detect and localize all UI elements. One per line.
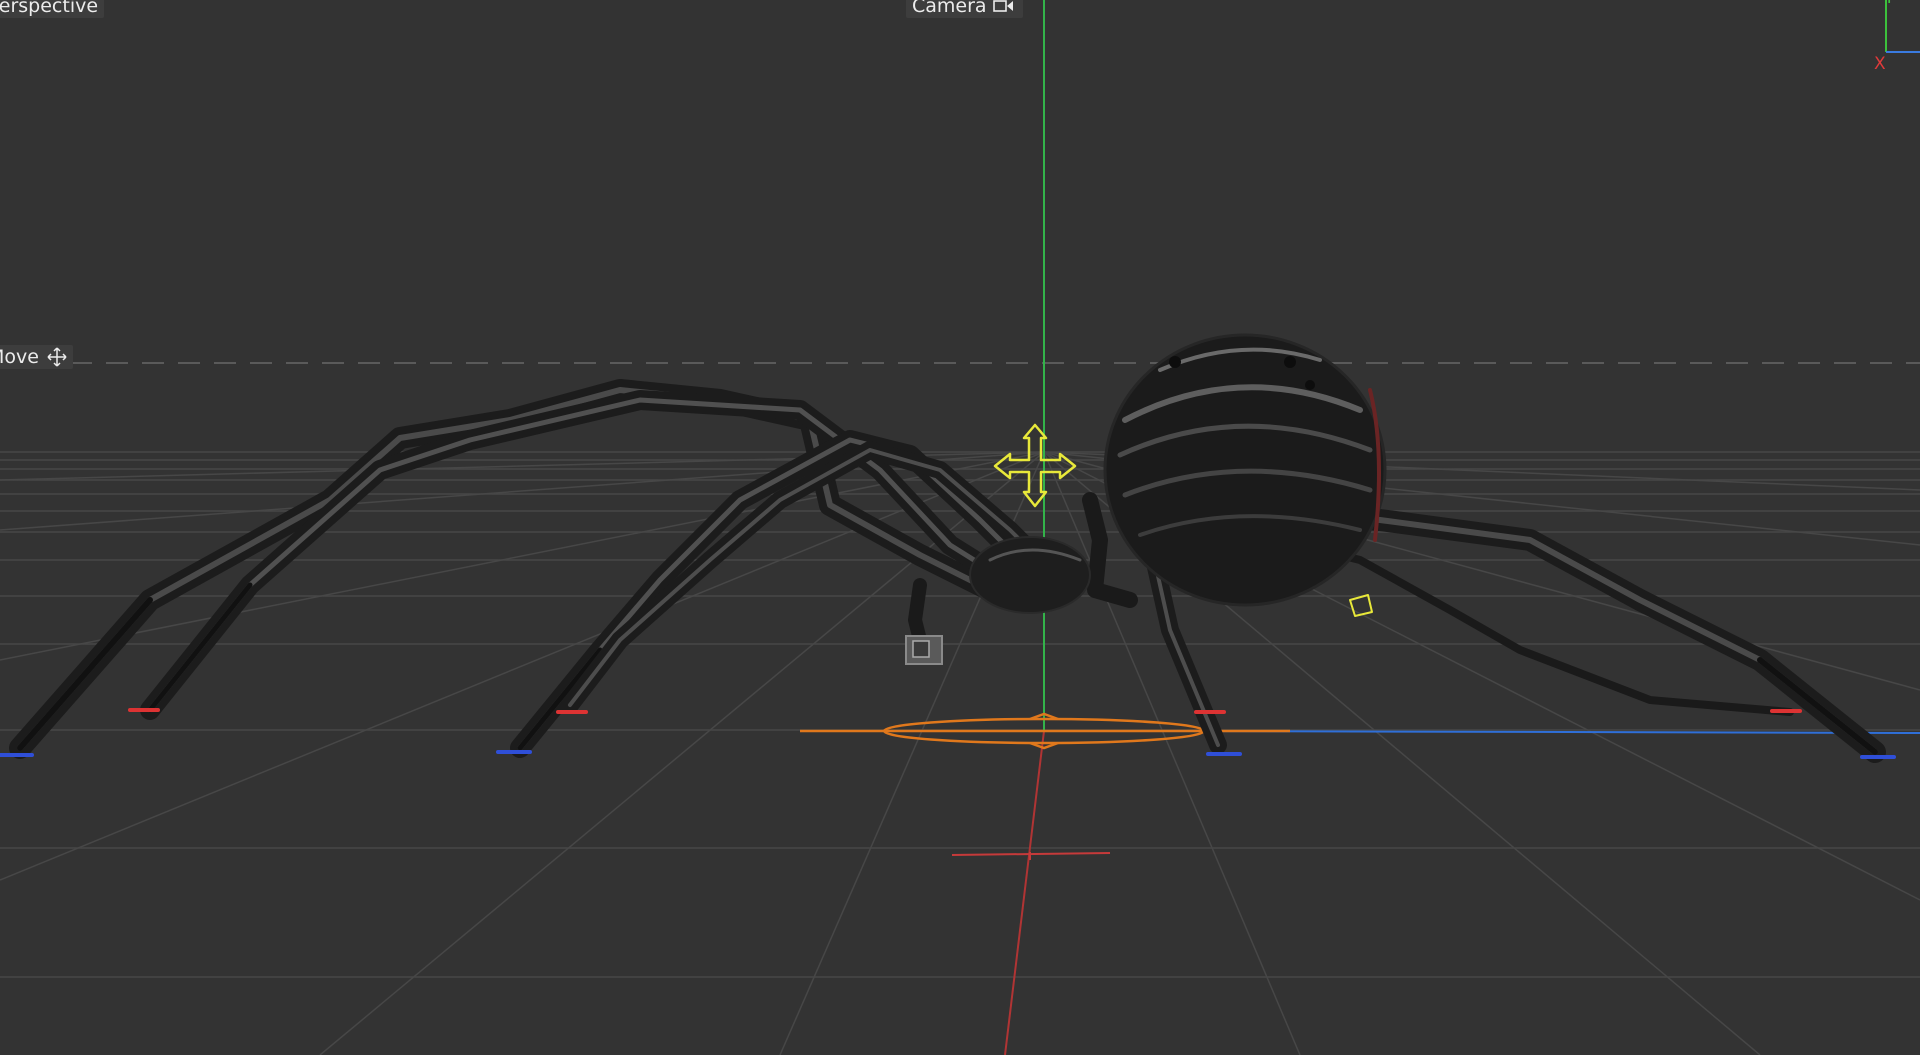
- x-axis-line: [1004, 730, 1045, 1055]
- axis-orientation-gizmo: Y X: [1872, 0, 1920, 76]
- view-name-text: Perspective: [0, 0, 99, 17]
- camera-label[interactable]: Camera: [906, 0, 1023, 18]
- spider-model[interactable]: [9, 333, 1886, 763]
- x-axis-handle[interactable]: [951, 852, 1111, 860]
- camera-label-text: Camera: [912, 0, 987, 17]
- x-axis-letter: X: [1874, 54, 1886, 74]
- camera-icon: [992, 0, 1013, 12]
- z-axis-line: [1189, 730, 1920, 734]
- locator-icon[interactable]: [905, 635, 943, 665]
- foot-markers[interactable]: [0, 708, 1896, 759]
- viewport-scene[interactable]: [0, 0, 1920, 1055]
- y-axis-letter: Y: [1884, 0, 1894, 8]
- 3d-viewport[interactable]: Perspective Camera Move Y X: [0, 0, 1920, 1055]
- move-cross-icon: [47, 347, 67, 367]
- active-tool-text: Move: [0, 346, 39, 368]
- view-name-label[interactable]: Perspective: [0, 0, 105, 18]
- active-tool-label[interactable]: Move: [0, 345, 73, 369]
